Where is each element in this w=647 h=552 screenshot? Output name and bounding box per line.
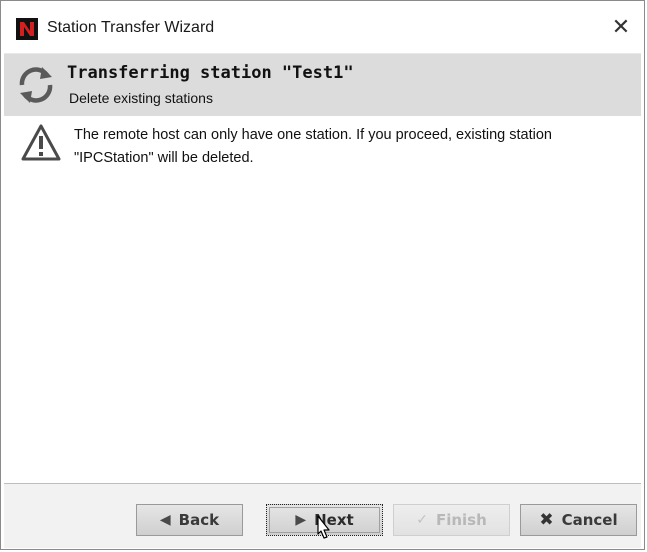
chevron-left-icon: ◀: [159, 512, 171, 528]
window-title: Station Transfer Wizard: [47, 19, 215, 36]
header-subtitle: Delete existing stations: [69, 90, 213, 106]
chevron-right-icon: ▶: [295, 512, 307, 528]
cancel-button[interactable]: ✖ Cancel: [520, 504, 637, 536]
sync-icon: [19, 67, 53, 103]
check-icon: ✓: [416, 512, 428, 528]
close-button[interactable]: ✕: [606, 13, 636, 43]
mouse-cursor-icon: [317, 515, 330, 539]
back-button-label: Back: [178, 511, 220, 529]
wizard-window: Station Transfer Wizard ✕ Transferring s…: [0, 0, 645, 550]
finish-button[interactable]: ✓ Finish: [393, 504, 510, 536]
wizard-content: The remote host can only have one statio…: [4, 116, 641, 481]
title-bar[interactable]: Station Transfer Wizard ✕: [1, 1, 644, 53]
warning-icon: [21, 124, 61, 161]
warning-message: The remote host can only have one statio…: [74, 127, 552, 166]
back-button[interactable]: ◀ Back: [136, 504, 243, 536]
app-logo-icon: [16, 18, 38, 40]
cancel-button-label: Cancel: [561, 511, 618, 529]
wizard-header: Transferring station "Test1" Delete exis…: [4, 53, 641, 117]
finish-button-label: Finish: [435, 511, 487, 529]
x-icon: ✖: [539, 510, 554, 530]
header-title: Transferring station "Test1": [67, 63, 354, 83]
